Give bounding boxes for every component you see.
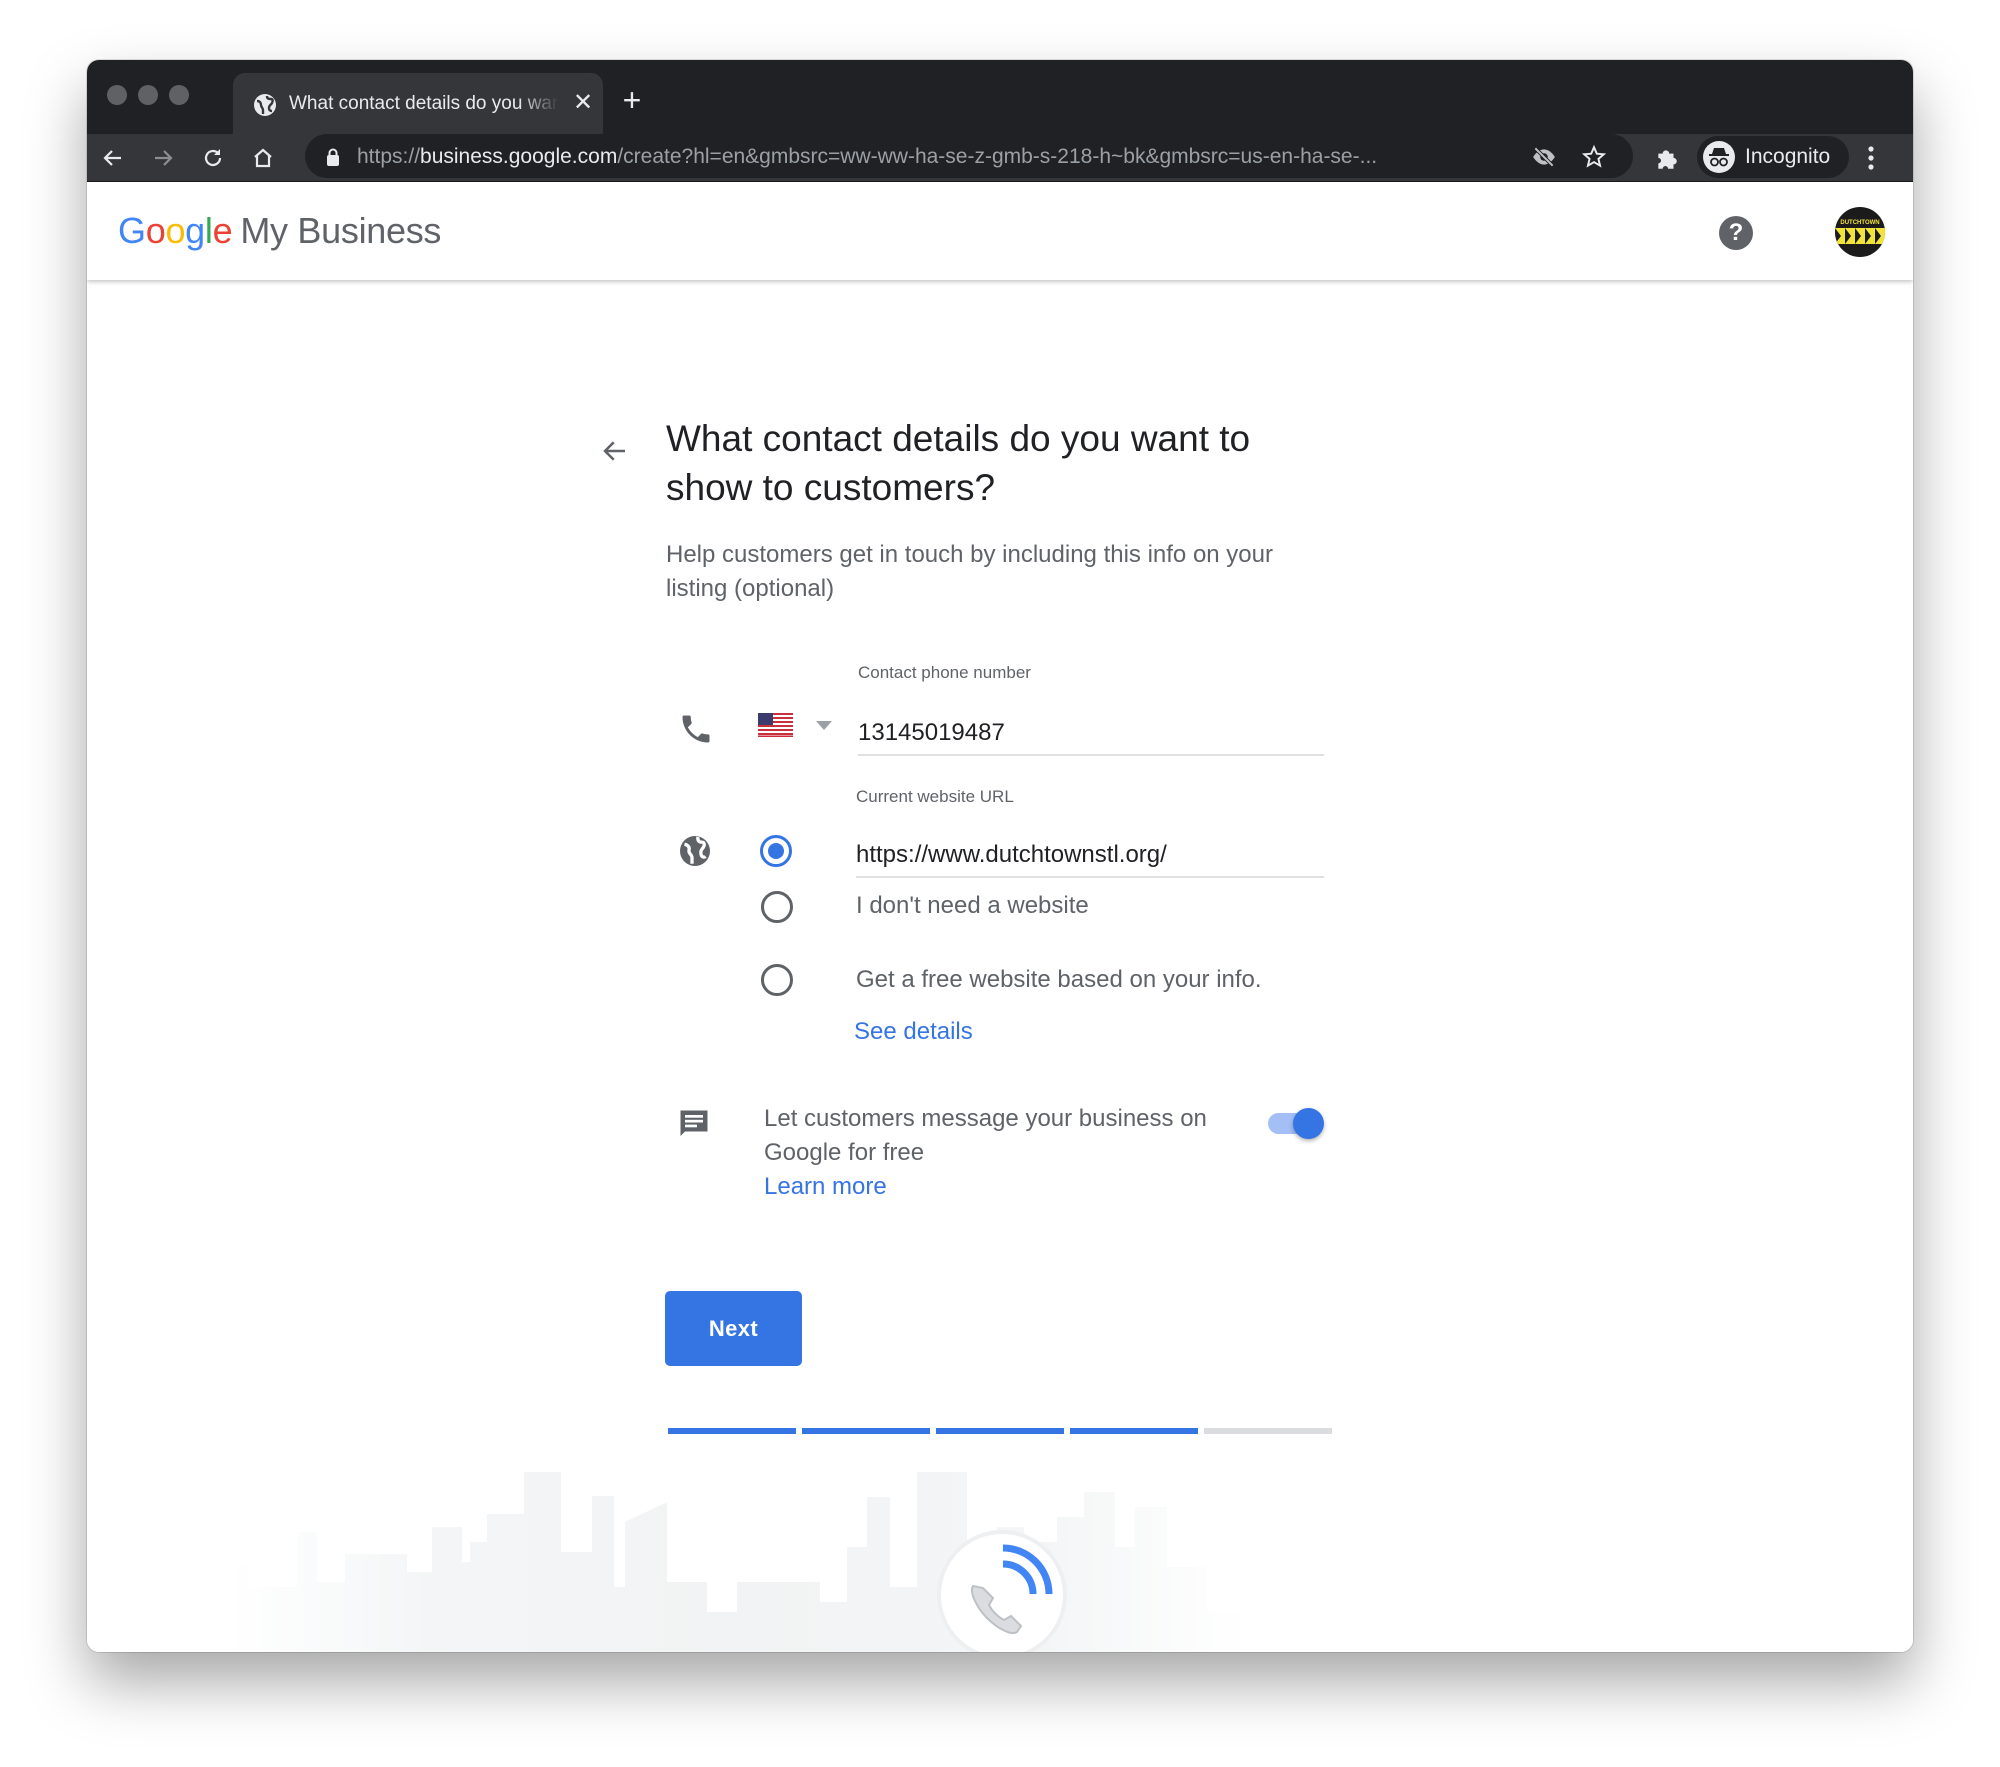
messaging-description: Let customers message your business on G… <box>764 1105 1207 1166</box>
star-icon[interactable] <box>1581 144 1607 170</box>
google-my-business-logo[interactable]: Google My Business <box>118 208 441 254</box>
phone-icon <box>682 715 710 743</box>
back-arrow-icon[interactable] <box>600 436 630 466</box>
free-website-radio[interactable] <box>761 964 793 996</box>
no-website-label[interactable]: I don't need a website <box>856 890 1089 922</box>
eye-off-icon[interactable] <box>1531 144 1557 170</box>
address-bar[interactable]: https://business.google.com/create?hl=en… <box>305 134 1633 178</box>
arrow-right-icon <box>155 150 173 166</box>
active-tab[interactable]: What contact details do you want to show… <box>233 73 603 135</box>
chat-message-icon <box>680 1110 708 1136</box>
window-maximize-button[interactable] <box>169 85 189 105</box>
chevron-down-icon <box>816 721 832 730</box>
arrow-left-icon <box>103 150 121 166</box>
see-details-link[interactable]: See details <box>854 1016 973 1048</box>
progress-step-complete <box>936 1428 1064 1434</box>
reload-icon <box>204 149 222 167</box>
more-vert-icon[interactable] <box>1866 144 1876 172</box>
phone-call-illustration <box>937 1530 1067 1652</box>
puzzle-icon[interactable] <box>1654 146 1680 172</box>
free-website-label[interactable]: Get a free website based on your info. <box>856 964 1262 996</box>
url-text[interactable]: https://business.google.com/create?hl=en… <box>357 143 1377 171</box>
page-content: Google My Business ? DUTCHTOWN What conta… <box>87 182 1913 1652</box>
tab-title: What contact details do you want to show… <box>289 93 559 114</box>
new-tab-button[interactable]: + <box>617 84 647 116</box>
globe-icon <box>254 94 276 116</box>
phone-label: Contact phone number <box>858 663 1031 682</box>
progress-step-complete <box>668 1428 796 1434</box>
forward-button[interactable] <box>145 140 181 176</box>
website-label: Current website URL <box>856 787 1014 806</box>
toggle-knob[interactable] <box>1293 1108 1324 1139</box>
page-title: What contact details do you want to show… <box>666 418 1251 508</box>
reload-button[interactable] <box>195 140 231 176</box>
home-button[interactable] <box>245 140 281 176</box>
progress-step-complete <box>802 1428 930 1434</box>
progress-step-complete <box>1070 1428 1198 1434</box>
home-icon <box>254 148 272 168</box>
us-flag-icon <box>758 713 793 737</box>
window-close-button[interactable] <box>107 85 127 105</box>
profile-label: Incognito <box>1745 145 1831 168</box>
app-header: Google My Business ? DUTCHTOWN <box>87 182 1913 280</box>
next-button[interactable]: Next <box>665 1291 802 1366</box>
page-subtitle: Help customers get in touch by including… <box>666 541 1273 602</box>
profile-button[interactable]: Incognito <box>1697 136 1849 178</box>
browser-window: What contact details do you want to show… <box>87 60 1913 1652</box>
learn-more-link[interactable]: Learn more <box>764 1171 887 1203</box>
incognito-icon <box>1703 141 1735 173</box>
back-button[interactable] <box>95 140 131 176</box>
globe-icon <box>680 836 710 866</box>
window-minimize-button[interactable] <box>138 85 158 105</box>
lock-icon <box>327 148 339 166</box>
help-icon[interactable]: ? <box>1719 216 1753 250</box>
close-tab-button[interactable]: ✕ <box>569 89 597 117</box>
tab-strip: What contact details do you want to show… <box>87 60 1913 135</box>
website-url-input[interactable] <box>856 838 1324 878</box>
browser-toolbar: https://business.google.com/create?hl=en… <box>87 134 1913 182</box>
account-avatar[interactable]: DUTCHTOWN <box>1835 207 1885 257</box>
no-website-radio[interactable] <box>761 891 793 923</box>
phone-input[interactable] <box>858 716 1324 756</box>
progress-step-incomplete <box>1204 1428 1332 1434</box>
website-url-radio[interactable] <box>760 835 792 867</box>
avatar-text: DUTCHTOWN <box>1840 220 1879 226</box>
